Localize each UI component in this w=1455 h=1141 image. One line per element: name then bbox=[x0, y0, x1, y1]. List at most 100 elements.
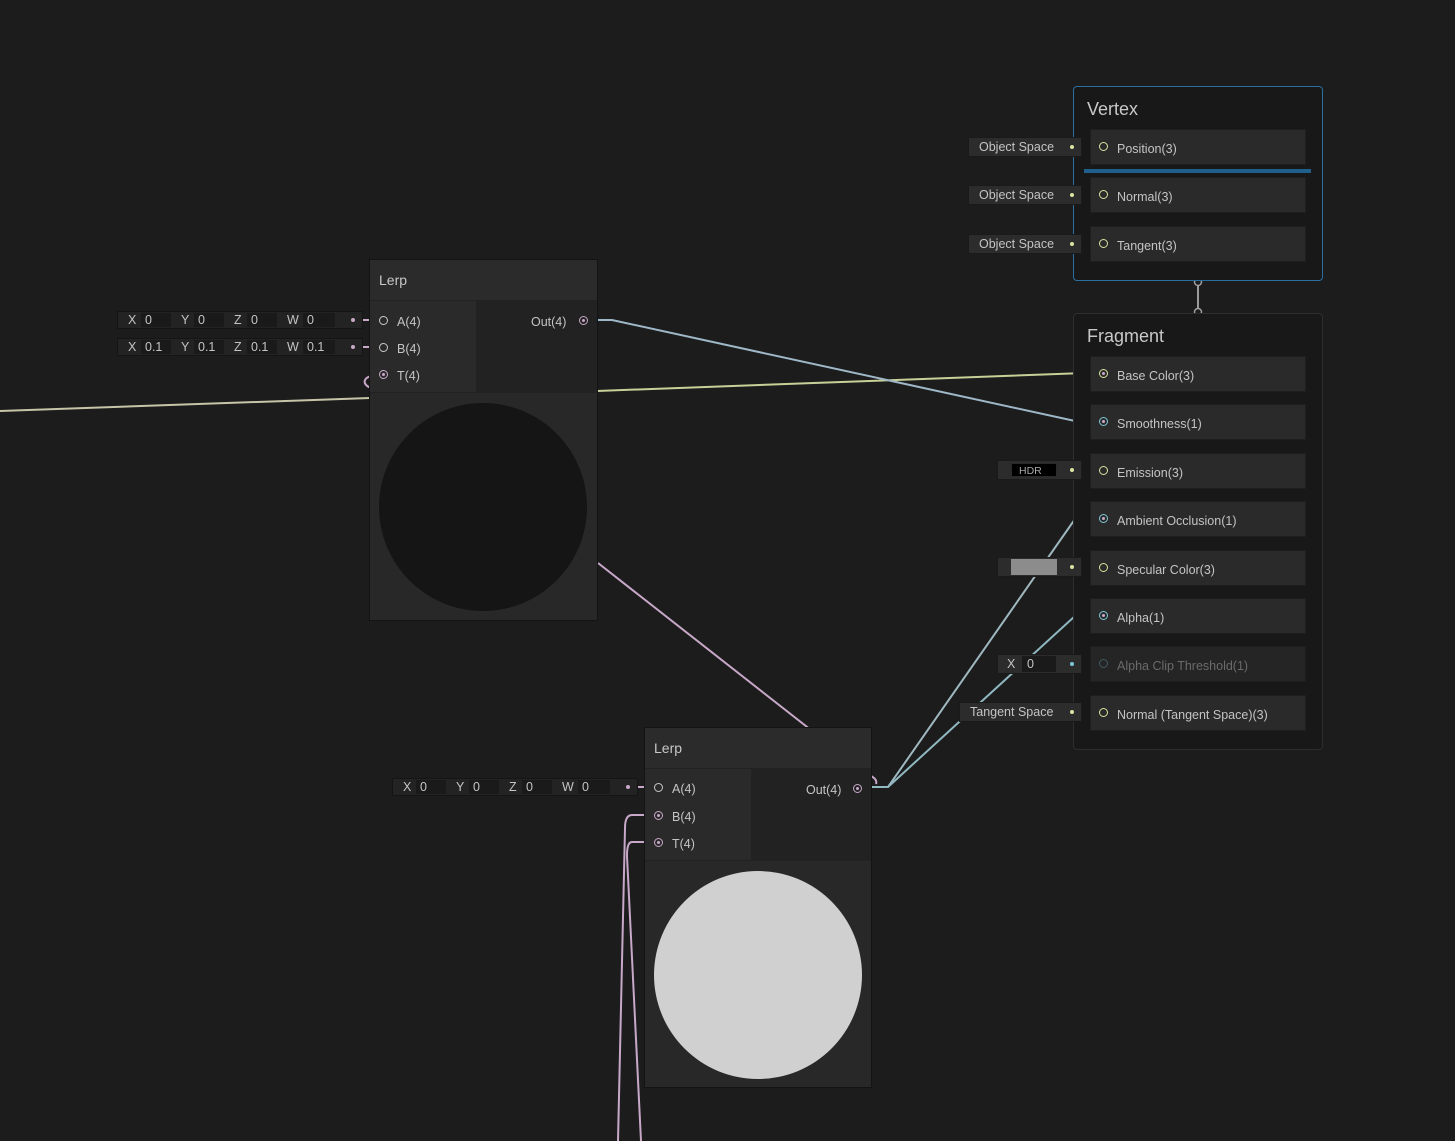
node-inputs: A(4) B(4) T(4) bbox=[645, 769, 751, 860]
block-position[interactable]: Position(3) bbox=[1090, 129, 1306, 165]
node-outputs: Out(4) bbox=[752, 769, 871, 860]
field-z-value[interactable]: 0.1 bbox=[247, 340, 277, 354]
field-y-value[interactable]: 0 bbox=[469, 780, 499, 794]
port-normal-ts-dot[interactable] bbox=[1099, 708, 1108, 717]
field-y-value[interactable]: 0.1 bbox=[194, 340, 224, 354]
field-key: X bbox=[1007, 657, 1016, 671]
block-tangent[interactable]: Tangent(3) bbox=[1090, 226, 1306, 262]
port-smoothness-dot[interactable] bbox=[1099, 417, 1108, 426]
port-out-label: Out(4) bbox=[806, 783, 842, 797]
field-pin bbox=[1070, 193, 1074, 197]
block-emission[interactable]: Emission(3) bbox=[1090, 453, 1306, 489]
lerp-bottom-a-field[interactable]: X 0 Y 0 Z 0 W 0 bbox=[392, 778, 638, 796]
block-alpha[interactable]: Alpha(1) bbox=[1090, 598, 1306, 634]
field-x-value[interactable]: 0 bbox=[141, 313, 171, 327]
field-value: Tangent Space bbox=[970, 705, 1054, 719]
block-label: Tangent(3) bbox=[1117, 239, 1177, 253]
port-out-label: Out(4) bbox=[531, 315, 567, 329]
field-w-key: W bbox=[562, 780, 574, 794]
port-t-dot[interactable] bbox=[654, 838, 663, 847]
field-y-key: Y bbox=[181, 340, 190, 354]
field-pin bbox=[626, 785, 630, 789]
block-label: Position(3) bbox=[1117, 142, 1177, 156]
port-b-label: B(4) bbox=[672, 810, 696, 824]
field-z-value[interactable]: 0 bbox=[522, 780, 552, 794]
port-alpha-clip-dot[interactable] bbox=[1099, 659, 1108, 668]
port-a-label: A(4) bbox=[672, 782, 696, 796]
hdr-label: HDR bbox=[1019, 465, 1042, 477]
node-inputs: A(4) B(4) T(4) bbox=[370, 301, 476, 392]
vertex-selection-bar bbox=[1084, 169, 1311, 173]
field-y-key: Y bbox=[181, 313, 190, 327]
lerp-top-b-field[interactable]: X 0.1 Y 0.1 Z 0.1 W 0.1 bbox=[117, 338, 363, 356]
field-x-key: X bbox=[128, 313, 137, 327]
block-base-color[interactable]: Base Color(3) bbox=[1090, 356, 1306, 392]
port-base-color-dot[interactable] bbox=[1099, 369, 1108, 378]
field-y-key: Y bbox=[456, 780, 465, 794]
port-tangent-dot[interactable] bbox=[1099, 239, 1108, 248]
lerp-node-top[interactable]: Lerp A(4) B(4) T(4) Out(4) bbox=[369, 259, 598, 621]
block-normal-tangent-space[interactable]: Normal (Tangent Space)(3) bbox=[1090, 695, 1306, 731]
port-specular-dot[interactable] bbox=[1099, 563, 1108, 572]
port-out-dot[interactable] bbox=[853, 784, 862, 793]
block-normal[interactable]: Normal(3) bbox=[1090, 177, 1306, 213]
node-title[interactable]: Lerp bbox=[370, 260, 597, 300]
port-a-label: A(4) bbox=[397, 315, 421, 329]
block-ambient-occlusion[interactable]: Ambient Occlusion(1) bbox=[1090, 501, 1306, 537]
block-label: Emission(3) bbox=[1117, 466, 1183, 480]
field-y-value[interactable]: 0 bbox=[194, 313, 224, 327]
field-value: Object Space bbox=[979, 237, 1055, 251]
port-normal-dot[interactable] bbox=[1099, 190, 1108, 199]
field-value[interactable]: 0 bbox=[1022, 656, 1056, 672]
block-alpha-clip-threshold[interactable]: Alpha Clip Threshold(1) bbox=[1090, 646, 1306, 682]
fragment-title: Fragment bbox=[1087, 326, 1165, 346]
field-z-value[interactable]: 0 bbox=[247, 313, 277, 327]
port-b-dot[interactable] bbox=[379, 343, 388, 352]
block-label: Ambient Occlusion(1) bbox=[1117, 514, 1237, 528]
field-w-value[interactable]: 0.1 bbox=[303, 340, 335, 354]
port-a-dot[interactable] bbox=[654, 783, 663, 792]
field-x-value[interactable]: 0.1 bbox=[141, 340, 171, 354]
field-value: Object Space bbox=[979, 188, 1055, 202]
block-specular-color[interactable]: Specular Color(3) bbox=[1090, 550, 1306, 586]
port-b-dot[interactable] bbox=[654, 811, 663, 820]
emission-hdr-field[interactable]: HDR bbox=[997, 460, 1082, 480]
position-space-field[interactable]: Object Space bbox=[968, 137, 1082, 157]
node-preview bbox=[370, 393, 597, 620]
block-smoothness[interactable]: Smoothness(1) bbox=[1090, 404, 1306, 440]
port-t-label: T(4) bbox=[672, 837, 695, 851]
port-ao-dot[interactable] bbox=[1099, 514, 1108, 523]
block-label: Alpha Clip Threshold(1) bbox=[1117, 659, 1249, 673]
port-alpha-dot[interactable] bbox=[1099, 611, 1108, 620]
field-pin bbox=[351, 318, 355, 322]
port-t-label: T(4) bbox=[397, 369, 420, 383]
field-x-value[interactable]: 0 bbox=[416, 780, 446, 794]
port-b-label: B(4) bbox=[397, 342, 421, 356]
preview-sphere bbox=[379, 403, 587, 611]
specular-color-field[interactable] bbox=[997, 557, 1082, 577]
port-out-dot[interactable] bbox=[579, 316, 588, 325]
color-swatch[interactable] bbox=[1011, 559, 1057, 575]
field-w-value[interactable]: 0 bbox=[303, 313, 335, 327]
port-position-dot[interactable] bbox=[1099, 142, 1108, 151]
preview-sphere bbox=[654, 871, 862, 1079]
lerp-node-bottom[interactable]: Lerp A(4) B(4) T(4) Out(4) bbox=[644, 727, 872, 1088]
tangent-space-field[interactable]: Object Space bbox=[968, 234, 1082, 254]
node-title[interactable]: Lerp bbox=[645, 728, 871, 768]
field-pin bbox=[1070, 145, 1074, 149]
field-pin bbox=[1070, 662, 1074, 666]
field-pin bbox=[351, 345, 355, 349]
alpha-clip-field[interactable]: X 0 bbox=[997, 654, 1082, 674]
block-label: Specular Color(3) bbox=[1117, 563, 1215, 577]
field-x-key: X bbox=[128, 340, 137, 354]
normal-space-field[interactable]: Object Space bbox=[968, 185, 1082, 205]
field-w-value[interactable]: 0 bbox=[578, 780, 610, 794]
port-t-dot[interactable] bbox=[379, 370, 388, 379]
port-emission-dot[interactable] bbox=[1099, 466, 1108, 475]
field-x-key: X bbox=[403, 780, 412, 794]
lerp-top-a-field[interactable]: X 0 Y 0 Z 0 W 0 bbox=[117, 311, 363, 329]
normal-tangent-space-field[interactable]: Tangent Space bbox=[959, 702, 1082, 722]
block-label: Normal (Tangent Space)(3) bbox=[1117, 708, 1268, 722]
port-a-dot[interactable] bbox=[379, 316, 388, 325]
field-z-key: Z bbox=[234, 313, 242, 327]
